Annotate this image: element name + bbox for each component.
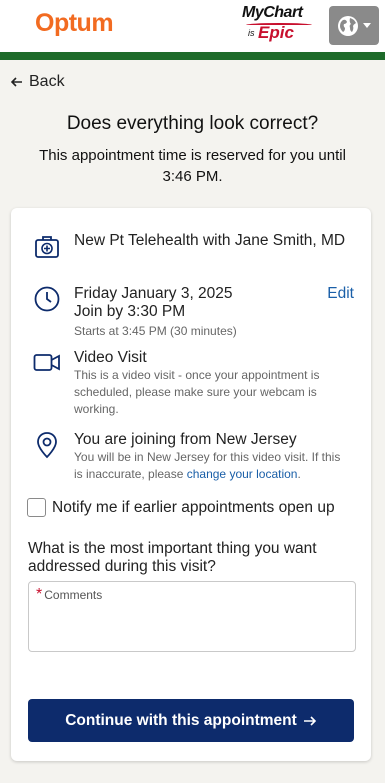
optum-logo: Optum (35, 9, 114, 37)
mychart-epic-logo: MyChart is Epic (242, 4, 314, 44)
location-description: You will be in New Jersey for this video… (74, 449, 345, 483)
appointment-date: Friday January 3, 2025 (74, 285, 233, 302)
mychart-logo-text: MyChart (242, 4, 303, 21)
globe-icon (338, 15, 358, 36)
comments-placeholder: * Comments (36, 586, 103, 603)
arrow-left-icon (11, 77, 22, 87)
notify-checkbox[interactable] (27, 498, 46, 517)
comments-textarea[interactable]: * Comments (28, 581, 356, 652)
video-visit-title: Video Visit (74, 349, 147, 366)
start-time: Starts at 3:45 PM (30 minutes) (74, 324, 237, 338)
app-header: Optum MyChart is Epic (0, 0, 385, 54)
logo-is-text: is (248, 28, 255, 38)
notify-label: Notify me if earlier appointments open u… (52, 498, 335, 516)
back-link[interactable]: Back (11, 73, 65, 91)
notify-option[interactable]: Notify me if earlier appointments open u… (27, 498, 335, 517)
continue-button[interactable]: Continue with this appointment (28, 699, 354, 742)
page-title: Does everything look correct? (66, 113, 319, 134)
location-pin-icon (37, 432, 57, 459)
visit-type-text: New Pt Telehealth with Jane Smith, MD (74, 232, 346, 249)
continue-button-label: Continue with this appointment (65, 711, 297, 729)
edit-time-link[interactable]: Edit (327, 285, 354, 303)
reservation-notice: This appointment time is reserved for yo… (39, 147, 346, 185)
caret-down-icon (363, 22, 371, 28)
required-mark: * (36, 586, 43, 603)
medical-kit-icon (35, 236, 59, 258)
location-title: You are joining from New Jersey (74, 431, 297, 448)
clock-icon (34, 286, 60, 312)
comments-label: Comments (44, 588, 103, 602)
join-by-time: Join by 3:30 PM (74, 303, 186, 320)
header-accent-bar (0, 52, 385, 60)
change-location-link[interactable]: change your location (187, 467, 298, 481)
video-camera-icon (33, 354, 60, 371)
back-label: Back (29, 73, 65, 90)
epic-logo-text: Epic (258, 23, 294, 42)
arrow-right-icon (303, 715, 316, 726)
video-visit-description: This is a video visit - once your appoin… (74, 368, 320, 416)
visit-reason-question: What is the most important thing you wan… (28, 540, 317, 575)
language-menu-button[interactable] (329, 6, 379, 45)
location-desc-end: . (297, 467, 301, 481)
